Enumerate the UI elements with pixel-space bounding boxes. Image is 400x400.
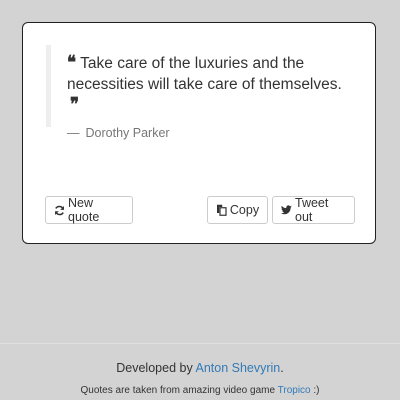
copy-icon — [216, 204, 227, 216]
developed-by-line: Developed by Anton Shevyrin. — [0, 361, 400, 375]
new-quote-button[interactable]: New quote — [45, 196, 133, 224]
quote-card: ❝ Take care of the luxuries and the neces… — [22, 22, 376, 244]
copy-label: Copy — [229, 203, 260, 217]
new-quote-label: New quote — [68, 196, 100, 224]
tropico-link[interactable]: Tropico — [278, 385, 311, 396]
developed-by-suffix: . — [280, 361, 284, 375]
tweet-out-button[interactable]: Tweet out — [272, 196, 355, 224]
quote-attribution: — Dorothy Parker — [67, 126, 346, 140]
source-suffix: :) — [310, 385, 320, 396]
blockquote: ❝ Take care of the luxuries and the neces… — [46, 45, 346, 140]
quote-source-line: Quotes are taken from amazing video game… — [0, 385, 400, 396]
tweet-out-label: Tweet out — [295, 196, 329, 224]
twitter-icon — [281, 205, 292, 215]
source-prefix: Quotes are taken from amazing video game — [80, 385, 278, 396]
quote-text: Take care of the luxuries and the necess… — [67, 55, 342, 93]
copy-button[interactable]: Copy — [207, 196, 268, 224]
developer-link[interactable]: Anton Shevyrin — [195, 361, 280, 375]
footer: Developed by Anton Shevyrin. Quotes are … — [0, 344, 400, 400]
quote-text-container: ❝ Take care of the luxuries and the neces… — [67, 51, 346, 116]
attribution-dash: — — [67, 126, 80, 140]
developed-by-prefix: Developed by — [116, 361, 196, 375]
quote-right-icon: ❞ — [70, 93, 80, 116]
quote-author: Dorothy Parker — [85, 126, 170, 140]
refresh-icon — [54, 205, 65, 216]
quote-left-icon: ❝ — [67, 51, 77, 74]
page: ❝ Take care of the luxuries and the neces… — [0, 0, 400, 400]
